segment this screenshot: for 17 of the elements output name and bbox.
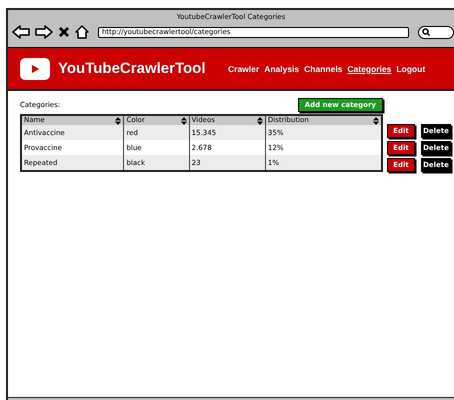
home-icon[interactable] xyxy=(75,25,89,39)
close-icon[interactable] xyxy=(58,26,70,38)
nav-link[interactable]: Crawler xyxy=(228,64,260,74)
sort-icon[interactable] xyxy=(180,117,187,125)
sort-icon[interactable] xyxy=(373,117,379,125)
back-icon[interactable] xyxy=(12,25,30,39)
sort-icon[interactable] xyxy=(115,117,122,125)
search-field[interactable] xyxy=(418,26,454,38)
play-logo-icon xyxy=(20,58,50,80)
brand-name: YouTubeCrawlerTool xyxy=(58,60,207,77)
sort-icon[interactable] xyxy=(256,117,263,125)
search-icon xyxy=(422,28,430,36)
nav-link[interactable]: Categories xyxy=(347,64,392,74)
forward-icon[interactable] xyxy=(35,25,53,39)
nav-link[interactable]: Analysis xyxy=(264,64,300,74)
nav-link[interactable]: Channels xyxy=(304,64,342,74)
nav-link[interactable]: Logout xyxy=(396,64,426,74)
